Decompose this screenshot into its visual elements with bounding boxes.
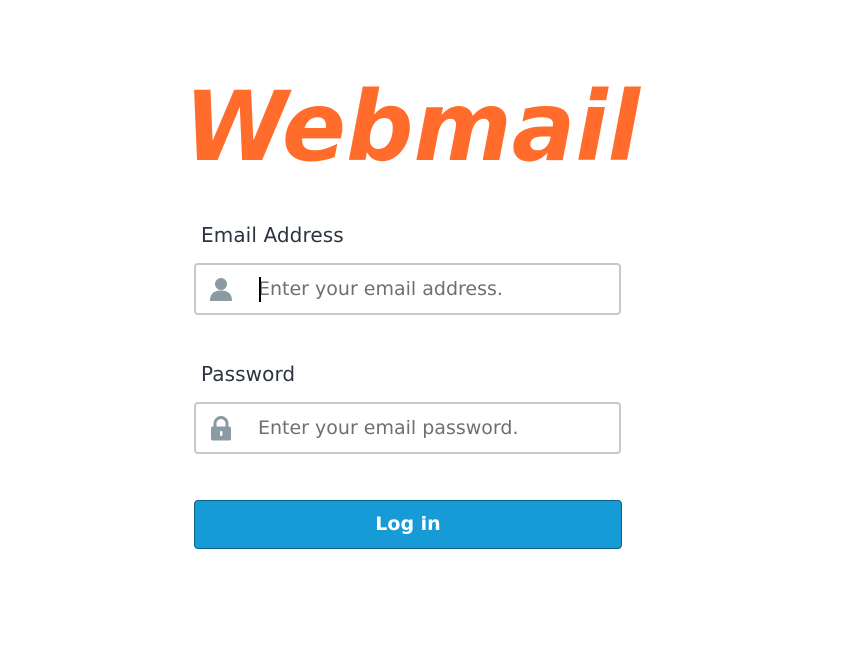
password-input[interactable] xyxy=(258,404,608,452)
login-button[interactable]: Log in xyxy=(194,500,622,549)
webmail-logo: Webmail xyxy=(178,80,648,172)
lock-icon xyxy=(208,415,234,441)
user-icon xyxy=(208,276,234,302)
password-label: Password xyxy=(201,362,296,386)
email-input[interactable] xyxy=(258,265,608,313)
text-cursor xyxy=(259,277,261,302)
email-label: Email Address xyxy=(201,223,344,247)
login-page: Webmail Email Address Password Log in xyxy=(0,0,843,647)
password-field-container[interactable] xyxy=(194,402,621,454)
email-field-container[interactable] xyxy=(194,263,621,315)
logo-text: Webmail xyxy=(184,80,641,172)
